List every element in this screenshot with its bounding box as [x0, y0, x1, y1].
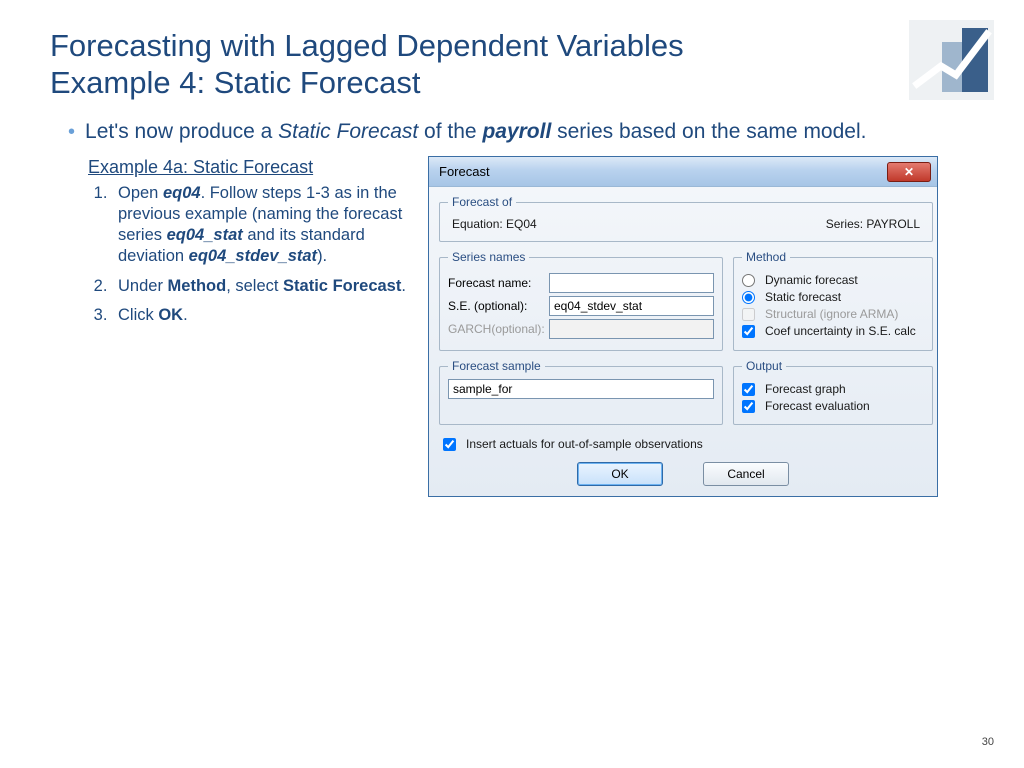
- forecast-name-input[interactable]: [549, 273, 714, 293]
- insert-actuals-label: Insert actuals for out-of-sample observa…: [466, 437, 703, 451]
- close-icon: ✕: [904, 165, 914, 179]
- bullet-icon: •: [68, 119, 75, 146]
- garch-label: GARCH(optional):: [448, 322, 543, 336]
- intro-post: series based on the same model.: [551, 120, 866, 143]
- intro-static-forecast: Static Forecast: [278, 120, 418, 143]
- eval-label: Forecast evaluation: [765, 399, 870, 413]
- instructions-column: Example 4a: Static Forecast Open eq04. F…: [50, 156, 410, 334]
- intro-payroll: payroll: [482, 120, 551, 143]
- static-radio[interactable]: [742, 291, 755, 304]
- step1-eq: eq04: [163, 184, 201, 202]
- series-label: Series: PAYROLL: [826, 217, 920, 231]
- graph-label: Forecast graph: [765, 382, 846, 396]
- structural-label: Structural (ignore ARMA): [765, 307, 898, 321]
- series-names-legend: Series names: [448, 250, 529, 264]
- intro-pre: Let's now produce a: [85, 120, 278, 143]
- static-label: Static forecast: [765, 290, 841, 304]
- coef-check[interactable]: [742, 325, 755, 338]
- step2-method: Method: [168, 277, 227, 295]
- steps-list: Open eq04. Follow steps 1-3 as in the pr…: [88, 183, 410, 326]
- cancel-button[interactable]: Cancel: [703, 462, 789, 486]
- method-legend: Method: [742, 250, 790, 264]
- step-3: Click OK.: [112, 305, 410, 326]
- step1-stat: eq04_stat: [167, 226, 243, 244]
- forecast-of-group: Forecast of Equation: EQ04 Series: PAYRO…: [439, 195, 933, 242]
- dynamic-radio[interactable]: [742, 274, 755, 287]
- title-line-1: Forecasting with Lagged Dependent Variab…: [50, 28, 684, 63]
- equation-label: Equation: EQ04: [452, 217, 537, 231]
- dialog-titlebar: Forecast ✕: [429, 157, 937, 187]
- step2-c: .: [401, 277, 406, 295]
- graph-check[interactable]: [742, 383, 755, 396]
- forecast-name-label: Forecast name:: [448, 276, 543, 290]
- step1-stdev: eq04_stdev_stat: [189, 247, 317, 265]
- forecast-sample-legend: Forecast sample: [448, 359, 545, 373]
- step2-a: Under: [118, 277, 168, 295]
- slide: Forecasting with Lagged Dependent Variab…: [0, 0, 1024, 768]
- forecast-sample-group: Forecast sample: [439, 359, 723, 425]
- forecast-dialog: Forecast ✕ Forecast of Equation: EQ04 Se…: [428, 156, 938, 497]
- step3-ok: OK: [158, 306, 183, 324]
- output-legend: Output: [742, 359, 786, 373]
- step1-d: ).: [317, 247, 327, 265]
- ok-button[interactable]: OK: [577, 462, 663, 486]
- output-group: Output Forecast graph Forecast evaluatio…: [733, 359, 933, 425]
- intro-mid: of the: [418, 120, 482, 143]
- structural-check: [742, 308, 755, 321]
- close-button[interactable]: ✕: [887, 162, 931, 182]
- step3-b: .: [183, 306, 188, 324]
- se-input[interactable]: [549, 296, 714, 316]
- step2-b: , select: [226, 277, 283, 295]
- forecast-of-legend: Forecast of: [448, 195, 516, 209]
- step3-a: Click: [118, 306, 158, 324]
- intro-text: Let's now produce a Static Forecast of t…: [85, 119, 974, 146]
- example-subhead: Example 4a: Static Forecast: [88, 156, 410, 179]
- sample-input[interactable]: [448, 379, 714, 399]
- step1-a: Open: [118, 184, 163, 202]
- dialog-title: Forecast: [439, 164, 887, 179]
- method-group: Method Dynamic forecast Static forecast …: [733, 250, 933, 351]
- insert-actuals-check[interactable]: [443, 438, 456, 451]
- series-names-group: Series names Forecast name: S.E. (option…: [439, 250, 723, 351]
- eval-check[interactable]: [742, 400, 755, 413]
- intro-bullet: • Let's now produce a Static Forecast of…: [68, 119, 974, 146]
- se-label: S.E. (optional):: [448, 299, 543, 313]
- title-line-2: Example 4: Static Forecast: [50, 65, 420, 100]
- step-1: Open eq04. Follow steps 1-3 as in the pr…: [112, 183, 410, 267]
- logo-chart-icon: [909, 20, 994, 100]
- page-number: 30: [982, 736, 994, 748]
- dynamic-label: Dynamic forecast: [765, 273, 858, 287]
- step-2: Under Method, select Static Forecast.: [112, 276, 410, 297]
- step2-sf: Static Forecast: [283, 277, 401, 295]
- slide-title: Forecasting with Lagged Dependent Variab…: [50, 28, 870, 101]
- garch-input: [549, 319, 714, 339]
- coef-label: Coef uncertainty in S.E. calc: [765, 324, 916, 338]
